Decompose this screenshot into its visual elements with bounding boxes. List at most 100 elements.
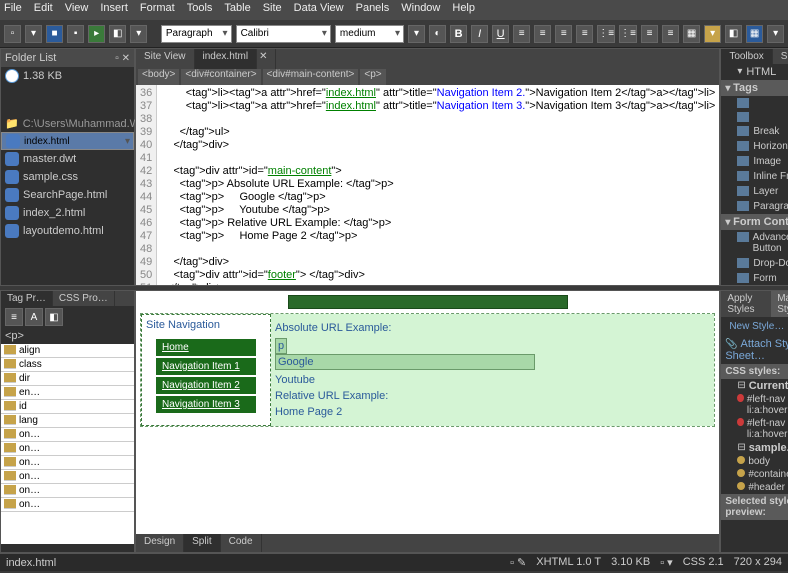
form-controls-category[interactable]: ▾ Form Controls (721, 214, 788, 230)
toolbox-item[interactable]: Inline Frame (721, 169, 788, 184)
tag-prop-row[interactable]: lang (1, 414, 134, 428)
view-mode-split[interactable]: Split (184, 534, 220, 552)
nav-link[interactable]: Navigation Item 3 (156, 396, 256, 413)
google-text[interactable]: Google (275, 354, 535, 370)
font-select[interactable]: Calibri (236, 25, 331, 43)
tool6-icon[interactable]: ▦ (746, 25, 763, 43)
menu-edit[interactable]: Edit (34, 2, 53, 18)
toolbox-item[interactable]: Advanced Button (721, 230, 788, 256)
breadcrumb[interactable]: <body> (138, 69, 179, 85)
toolbox-item[interactable]: Drop-Down Box (721, 256, 788, 271)
breadcrumb[interactable]: <p> (360, 69, 385, 85)
file-item[interactable]: index_2.html (1, 204, 134, 222)
tag-tool1-icon[interactable]: ≡ (5, 308, 23, 326)
file-item[interactable]: index.html (1, 132, 134, 150)
new-icon[interactable]: ▫ (4, 25, 21, 43)
code-line[interactable]: <tag">p> Home Page 2 </tag">p> (161, 230, 715, 243)
close-tab-icon[interactable]: ✕ (251, 49, 276, 69)
tag-tab[interactable]: CSS Pro… (53, 291, 115, 306)
status-tool-icon[interactable]: ▫ ✎ (510, 556, 526, 569)
tag-tab[interactable]: Tag Pr… (1, 291, 53, 306)
menu-table[interactable]: Table (224, 2, 250, 18)
toolbox-item[interactable] (721, 96, 788, 110)
preview-icon[interactable]: ▸ (88, 25, 105, 43)
current-page-group[interactable]: ⊟ Current Page (721, 379, 788, 393)
menu-tools[interactable]: Tools (187, 2, 213, 18)
styles-tab[interactable]: Manage Styles (771, 291, 788, 317)
file-item[interactable]: SearchPage.html (1, 186, 134, 204)
bold-button[interactable]: B (450, 25, 467, 43)
style-rule[interactable]: #left-nav ul li:a:hover (721, 393, 788, 417)
code-line[interactable]: <tag">div attr">id="main-content"> (161, 165, 715, 178)
menu-window[interactable]: Window (401, 2, 440, 18)
sample-css-group[interactable]: ⊟ sample.css (721, 441, 788, 455)
menu-data-view[interactable]: Data View (294, 2, 344, 18)
tag-prop-row[interactable]: id (1, 400, 134, 414)
code-line[interactable] (161, 152, 715, 165)
save-icon[interactable]: ■ (46, 25, 63, 43)
menu-site[interactable]: Site (263, 2, 282, 18)
code-line[interactable] (161, 113, 715, 126)
style-rule[interactable]: #left-nav ul li:a:hover (721, 417, 788, 441)
code-line[interactable]: <tag">p> Google </tag">p> (161, 191, 715, 204)
tag-tool3-icon[interactable]: ◧ (45, 308, 63, 326)
tag-prop-row[interactable]: on… (1, 470, 134, 484)
open-icon[interactable]: ▾ (25, 25, 42, 43)
toolbox-item[interactable]: Image (721, 154, 788, 169)
code-line[interactable]: <tag">div attr">id="footer"> </tag">div> (161, 269, 715, 282)
tool3-icon[interactable]: ▾ (130, 25, 147, 43)
highlight-icon[interactable]: ▾ (704, 25, 721, 43)
toolbox-item[interactable] (721, 110, 788, 124)
editor-tab[interactable]: Site View (136, 49, 195, 69)
italic-button[interactable]: I (471, 25, 488, 43)
code-line[interactable] (161, 243, 715, 256)
numlist-icon[interactable]: ⋮≡ (619, 25, 637, 43)
file-item[interactable]: layoutdemo.html (1, 222, 134, 240)
align-left-icon[interactable]: ≡ (513, 25, 530, 43)
style-rule[interactable]: body (721, 455, 788, 468)
size-select[interactable]: medium (335, 25, 404, 43)
status-doctype[interactable]: XHTML 1.0 T (536, 556, 601, 569)
tool4-icon[interactable]: ◐ (429, 25, 446, 43)
code-line[interactable]: </tag">div> (161, 256, 715, 269)
toolbox-item[interactable]: Horizontal Line (721, 139, 788, 154)
design-preview[interactable]: Site Navigation HomeNavigation Item 1Nav… (136, 291, 719, 534)
folder-path[interactable]: 📁 C:\Users\Muhammad.Waqas\Do (1, 115, 134, 132)
breadcrumb[interactable]: <div#main-content> (263, 69, 359, 85)
color-icon[interactable]: ▾ (408, 25, 425, 43)
tool2-icon[interactable]: ◧ (109, 25, 126, 43)
toolbox-root[interactable]: ▾ HTML (721, 64, 788, 80)
code-line[interactable]: <tag">p> Relative URL Example: </tag">p> (161, 217, 715, 230)
tag-prop-row[interactable]: on… (1, 442, 134, 456)
tool7-icon[interactable]: ▾ (767, 25, 784, 43)
indent-icon[interactable]: ≡ (662, 25, 679, 43)
outdent-icon[interactable]: ≡ (641, 25, 658, 43)
attach-stylesheet-link[interactable]: 📎 Attach Style Sheet… (721, 336, 788, 364)
toolbox-item[interactable]: Form (721, 271, 788, 286)
view-mode-code[interactable]: Code (221, 534, 262, 552)
menu-insert[interactable]: Insert (100, 2, 128, 18)
code-line[interactable]: <tag">p> Absolute URL Example: </tag">p> (161, 178, 715, 191)
paragraph-select[interactable]: Paragraph (161, 25, 232, 43)
tool5-icon[interactable]: ◧ (725, 25, 742, 43)
tag-prop-row[interactable]: class (1, 358, 134, 372)
nav-link[interactable]: Home (156, 339, 256, 356)
tag-prop-row[interactable]: on… (1, 456, 134, 470)
tool-icon[interactable]: ▪ (67, 25, 84, 43)
justify-icon[interactable]: ≡ (576, 25, 593, 43)
code-line[interactable]: <tag">li><tag">a attr">href="index.html"… (161, 100, 715, 113)
style-rule[interactable]: #container (721, 468, 788, 481)
toolbox-tab[interactable]: Snippets (773, 49, 788, 64)
tag-prop-row[interactable]: en… (1, 386, 134, 400)
code-line[interactable]: </tag">ul> (161, 126, 715, 139)
styles-tab[interactable]: Apply Styles (721, 291, 771, 317)
status-css[interactable]: CSS 2.1 (683, 556, 724, 569)
file-item[interactable]: sample.css (1, 168, 134, 186)
tags-category[interactable]: ▾ Tags (721, 80, 788, 96)
align-right-icon[interactable]: ≡ (555, 25, 572, 43)
file-item[interactable]: master.dwt (1, 150, 134, 168)
selected-p-tag[interactable]: p (275, 338, 287, 354)
menu-view[interactable]: View (65, 2, 89, 18)
menu-panels[interactable]: Panels (356, 2, 390, 18)
close-icon[interactable]: ▫ ✕ (115, 53, 130, 64)
